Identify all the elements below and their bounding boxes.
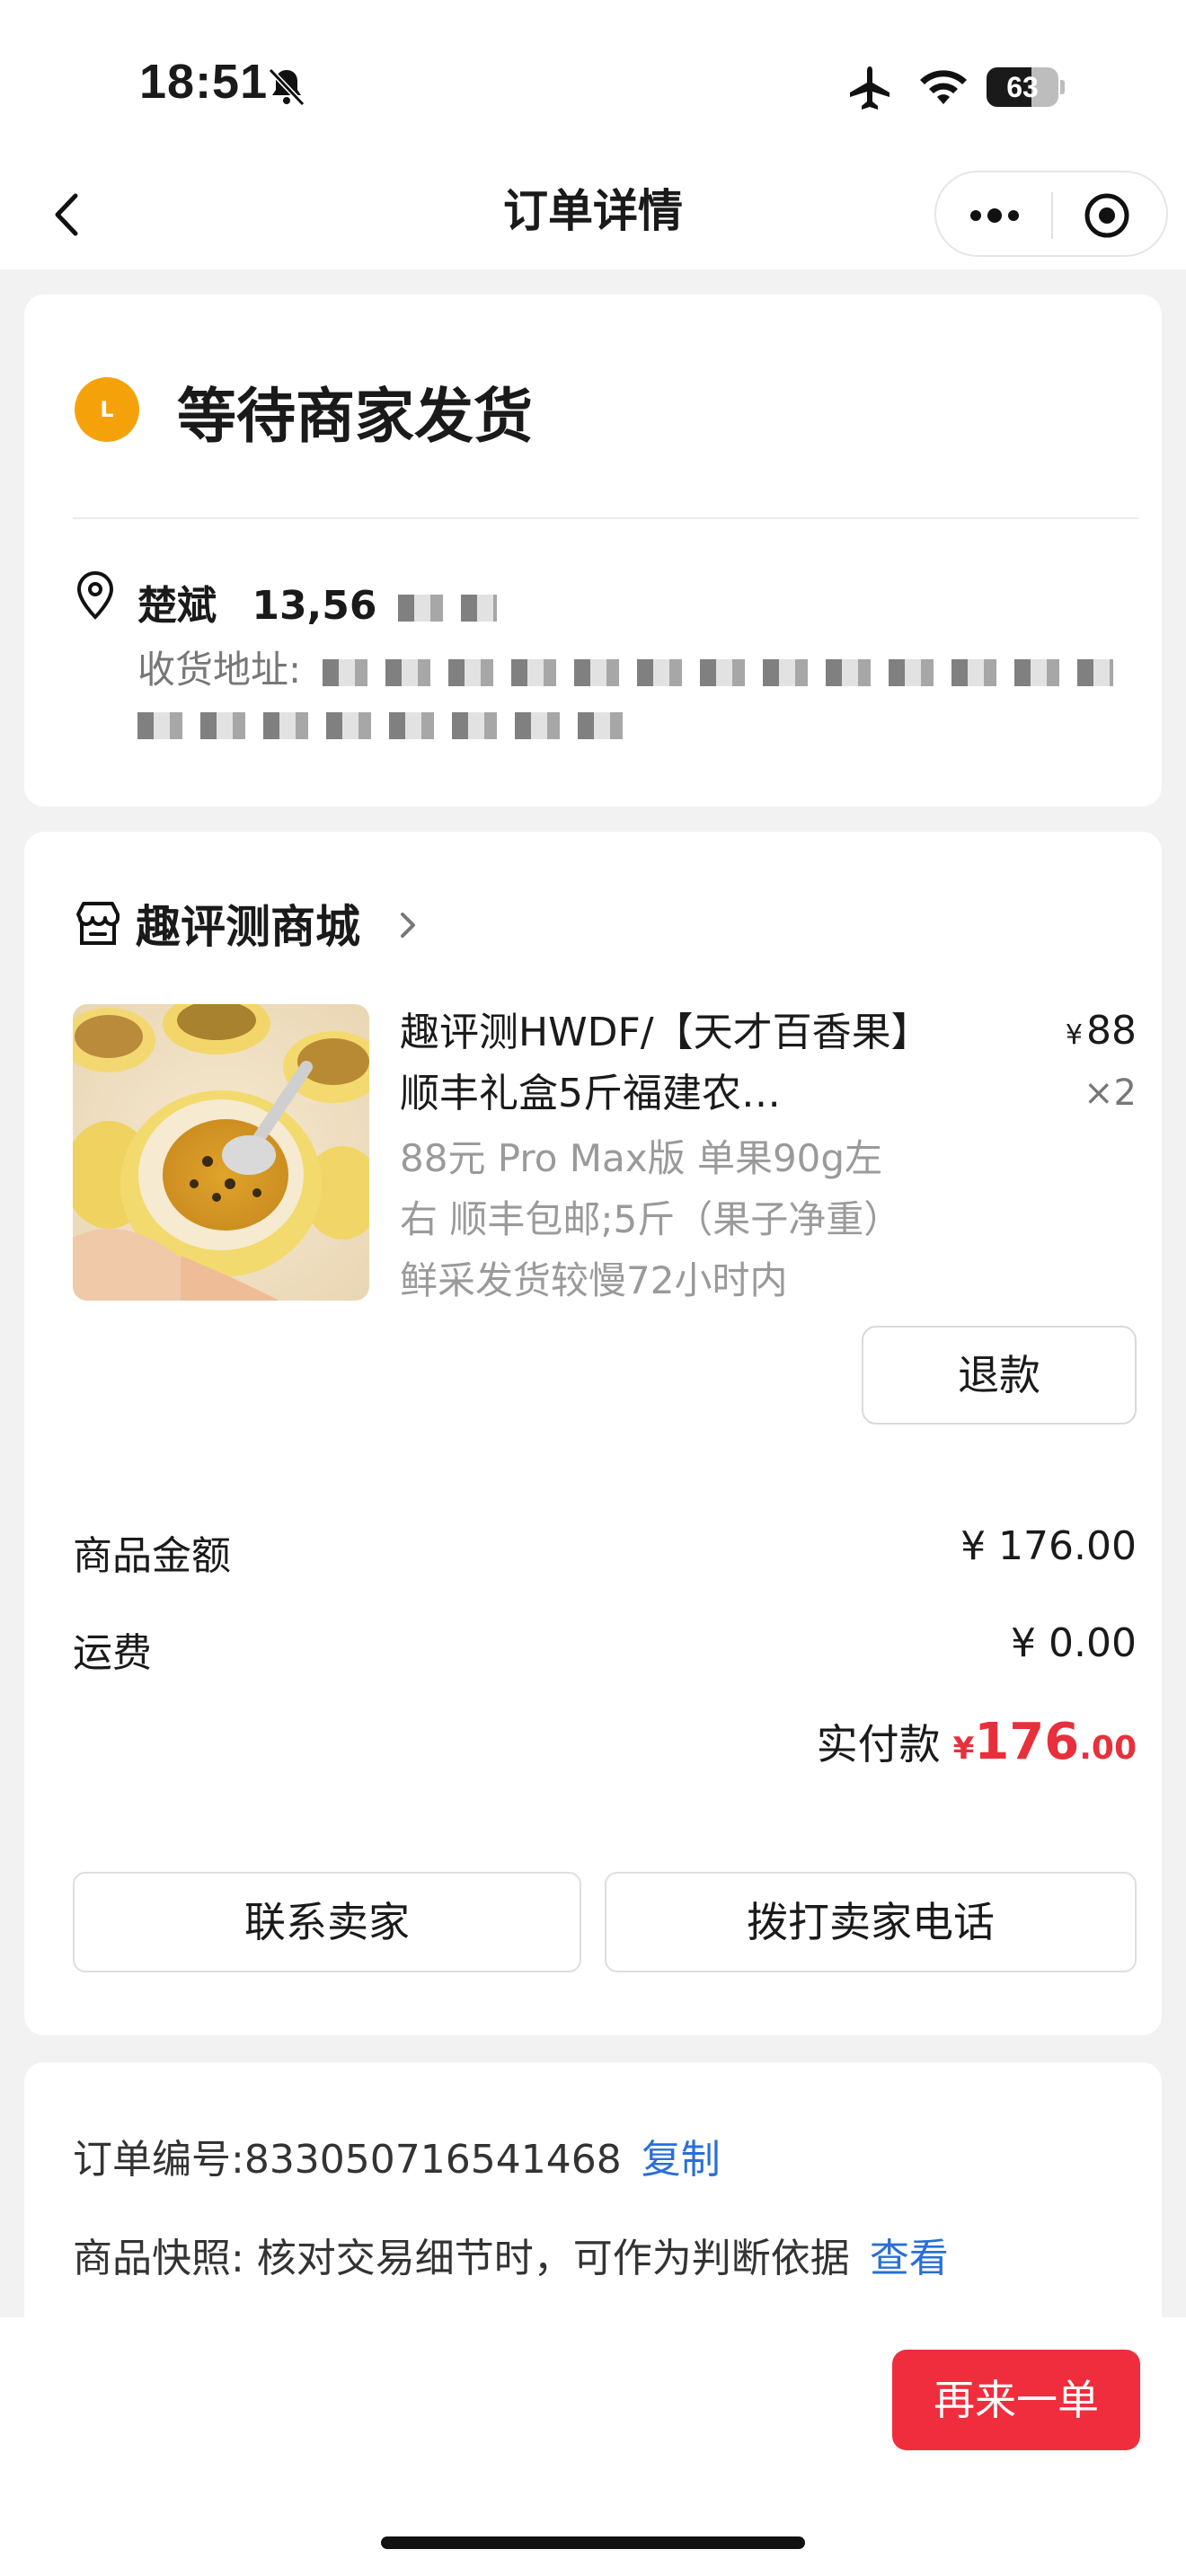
call-seller-button[interactable]: 拨打卖家电话 bbox=[605, 1872, 1137, 1972]
product-title[interactable]: 趣评测HWDF/【天才百香果】顺丰礼盒5斤福建农… bbox=[400, 1002, 957, 1125]
redacted-block bbox=[137, 711, 623, 739]
product-spec-line: 右 顺丰包邮;5斤（果子净重） bbox=[400, 1197, 902, 1241]
bell-slash-icon bbox=[268, 67, 305, 107]
close-mini-program-icon[interactable] bbox=[1080, 189, 1134, 243]
status-clock-icon: L bbox=[75, 377, 139, 442]
recipient-info: 楚斌 13,56 bbox=[137, 573, 497, 631]
product-spec-line: 88元 Pro Max版 单果90g左 bbox=[400, 1136, 883, 1180]
contact-seller-button[interactable]: 联系卖家 bbox=[73, 1872, 581, 1972]
order-detail-card: 趣评测商城 趣评测HWDF/【天才百香果】顺丰礼盒5斤福建农… 88元 Pro … bbox=[24, 832, 1162, 2035]
reorder-button[interactable]: 再来一单 bbox=[892, 2350, 1140, 2450]
paid-amount-decimal: .00 bbox=[1079, 1730, 1137, 1767]
paid-amount-row: 实付款 ¥176.00 bbox=[817, 1712, 1137, 1771]
battery-indicator: 63 bbox=[987, 67, 1065, 107]
product-spec: 88元 Pro Max版 单果90g左 右 顺丰包邮;5斤（果子净重） 鲜采发货… bbox=[400, 1128, 957, 1311]
shipping-fee-label: 运费 bbox=[73, 1630, 152, 1676]
wifi-icon bbox=[920, 70, 967, 104]
product-image[interactable] bbox=[73, 1004, 369, 1301]
snapshot-text: 商品快照: 核对交易细节时，可作为判断依据 bbox=[73, 2236, 850, 2281]
chevron-right-icon[interactable] bbox=[394, 909, 421, 941]
paid-amount-integer: 176 bbox=[974, 1713, 1080, 1771]
mini-program-capsule bbox=[934, 171, 1168, 257]
address-label: 收货地址: bbox=[137, 648, 302, 692]
shop-name[interactable]: 趣评测商城 bbox=[136, 891, 360, 956]
status-bar: 18:51 63 bbox=[0, 0, 1186, 162]
goods-amount-label: 商品金额 bbox=[73, 1533, 231, 1579]
capsule-divider bbox=[1051, 192, 1053, 239]
battery-level: 63 bbox=[1006, 71, 1039, 103]
status-time: 18:51 bbox=[139, 55, 269, 109]
order-number-row: 订单编号:833050716541468 复制 bbox=[73, 2127, 721, 2184]
address-line: 收货地址: bbox=[137, 640, 1113, 694]
recipient-phone: 13,56 bbox=[252, 583, 377, 629]
more-icon[interactable] bbox=[963, 189, 1026, 243]
product-quantity: ×2 bbox=[1084, 1072, 1137, 1114]
address-line-continued bbox=[137, 701, 623, 745]
airplane-icon bbox=[850, 66, 890, 110]
redacted-block bbox=[322, 658, 1113, 686]
divider bbox=[73, 517, 1138, 519]
product-price: ¥88 bbox=[1066, 1008, 1137, 1054]
currency-symbol: ¥ bbox=[1065, 1019, 1083, 1051]
shop-icon bbox=[76, 902, 119, 945]
shipping-fee-value: ¥ 0.00 bbox=[1011, 1620, 1137, 1666]
snapshot-row: 商品快照: 核对交易细节时，可作为判断依据 查看 bbox=[73, 2226, 949, 2283]
paid-amount-value: ¥176.00 bbox=[952, 1713, 1137, 1771]
location-pin-icon bbox=[76, 570, 114, 620]
goods-amount-value: ¥ 176.00 bbox=[960, 1523, 1137, 1569]
product-spec-line: 鲜采发货较慢72小时内 bbox=[400, 1258, 788, 1302]
bottom-action-bar: 再来一单 bbox=[0, 2317, 1186, 2576]
order-number: 订单编号:833050716541468 bbox=[73, 2137, 622, 2183]
product-price-value: 88 bbox=[1086, 1008, 1137, 1054]
recipient-name: 楚斌 bbox=[137, 583, 217, 629]
order-status-title: 等待商家发货 bbox=[177, 382, 533, 451]
redacted-block bbox=[397, 595, 497, 622]
nav-bar: 订单详情 bbox=[0, 162, 1186, 269]
copy-order-number-link[interactable]: 复制 bbox=[642, 2137, 721, 2183]
home-indicator[interactable] bbox=[381, 2536, 805, 2549]
order-status-card: L 等待商家发货 楚斌 13,56 收货地址: bbox=[24, 295, 1162, 807]
paid-amount-label: 实付款 bbox=[816, 1720, 941, 1769]
refund-button[interactable]: 退款 bbox=[862, 1326, 1137, 1425]
view-snapshot-link[interactable]: 查看 bbox=[870, 2236, 949, 2281]
currency-symbol: ¥ bbox=[952, 1731, 975, 1767]
